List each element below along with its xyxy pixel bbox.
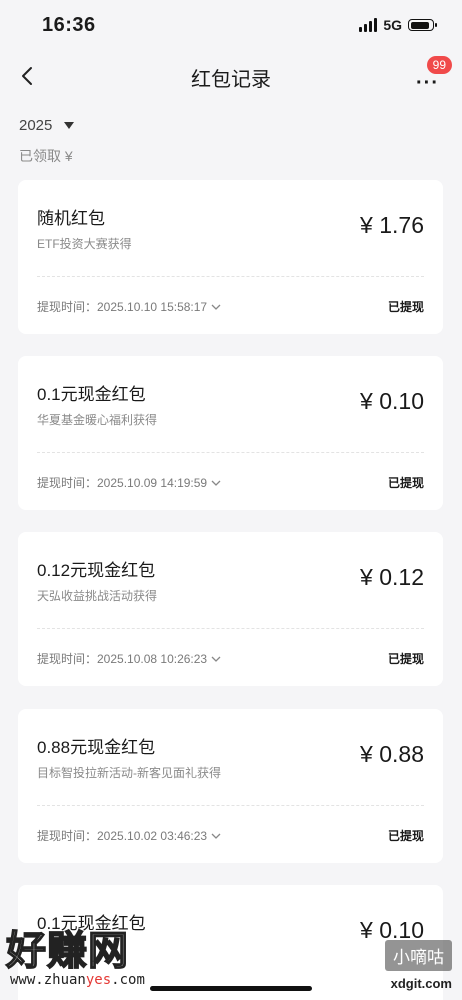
chevron-down-icon [211,480,221,486]
record-name: 0.1元现金红包 [37,385,146,404]
chevron-down-icon [211,833,221,839]
notification-badge: 99 [426,56,452,74]
record-status: 已提现 [387,300,424,314]
record-source: 华夏基金暖心福利获得 [37,413,158,427]
record-name: 0.12元现金红包 [37,561,156,580]
divider [37,276,424,277]
received-total: 已领取 ¥ [19,148,73,164]
watermark-url: www.zhuanyes.com [10,972,145,988]
chevron-down-icon [211,304,221,310]
navigation-bar: 红包记录 ··· 99 [0,50,462,102]
signal-icon [359,18,378,32]
chevron-down-icon [211,656,221,662]
year-label: 2025 [19,117,53,134]
record-time: 提现时间：2025.10.09 14:19:59 [37,476,208,490]
more-button[interactable]: ··· 99 [416,56,452,94]
withdraw-time-toggle[interactable]: 提现时间：2025.10.10 15:58:17 [37,298,221,315]
watermark-title: 好赚网 [5,928,129,974]
status-time: 16:36 [42,14,96,36]
network-type: 5G [383,17,402,33]
record-card[interactable]: 0.1元现金红包 华夏基金暖心福利获得 ¥ 0.10 提现时间：2025.10.… [18,356,443,510]
record-name: 随机红包 [37,209,105,228]
more-dots-icon: ··· [416,72,439,94]
record-amount: ¥ 1.76 [360,212,424,238]
record-card[interactable]: 0.12元现金红包 天弘收益挑战活动获得 ¥ 0.12 提现时间：2025.10… [18,532,443,686]
record-amount: ¥ 0.88 [360,741,424,767]
record-source: 天弘收益挑战活动获得 [37,589,158,603]
record-name: 0.88元现金红包 [37,738,156,757]
withdraw-time-toggle[interactable]: 提现时间：2025.10.02 03:46:23 [37,827,221,844]
record-time: 提现时间：2025.10.02 03:46:23 [37,829,208,843]
status-indicators: 5G [359,17,437,33]
watermark-badge-text: 小嘀咕 [385,940,452,971]
record-status: 已提现 [387,476,424,490]
year-selector[interactable]: 2025 [19,117,75,134]
record-source: ETF投资大赛获得 [37,237,132,251]
watermark-badge: 小嘀咕 xdgit.com [362,938,452,998]
record-time: 提现时间：2025.10.10 15:58:17 [37,300,208,314]
record-status: 已提现 [387,829,424,843]
record-time: 提现时间：2025.10.08 10:26:23 [37,652,208,666]
record-source: 目标智投拉新活动-新客见面礼获得 [37,766,221,780]
divider [37,805,424,806]
record-card[interactable]: 随机红包 ETF投资大赛获得 ¥ 1.76 提现时间：2025.10.10 15… [18,180,443,334]
divider [37,452,424,453]
home-indicator[interactable] [150,986,312,991]
watermark-site: xdgit.com [390,976,452,991]
record-card[interactable]: 0.88元现金红包 目标智投拉新活动-新客见面礼获得 ¥ 0.88 提现时间：2… [18,709,443,863]
status-bar: 16:36 5G [0,0,462,50]
withdraw-time-toggle[interactable]: 提现时间：2025.10.08 10:26:23 [37,650,221,667]
battery-icon [408,19,437,31]
divider [37,628,424,629]
caret-down-icon [64,122,75,129]
withdraw-time-toggle[interactable]: 提现时间：2025.10.09 14:19:59 [37,474,221,491]
record-amount: ¥ 0.10 [360,388,424,414]
page-title: 红包记录 [191,69,271,91]
record-status: 已提现 [387,652,424,666]
record-amount: ¥ 0.12 [360,564,424,590]
